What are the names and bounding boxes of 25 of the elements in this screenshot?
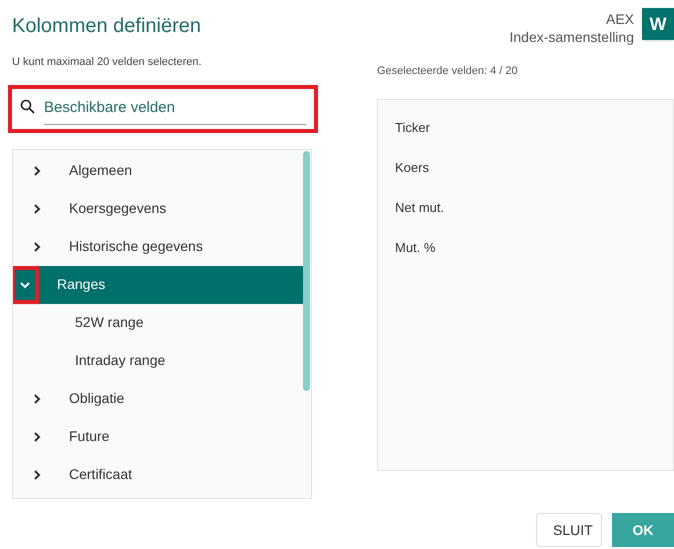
close-button[interactable]: SLUIT (536, 513, 602, 547)
selected-count: Geselecteerde velden: 4 / 20 (377, 64, 519, 78)
tree-item[interactable]: Algemeen (13, 152, 303, 190)
tree-item[interactable]: Future (13, 418, 303, 456)
expand-toggle[interactable] (13, 266, 39, 304)
search-icon (20, 98, 36, 114)
selected-field[interactable]: Mut. % (378, 228, 673, 268)
tree-subitem[interactable]: Intraday range (13, 342, 303, 380)
scrollbar-thumb[interactable] (303, 150, 310, 390)
search-input[interactable]: Beschikbare velden (44, 97, 306, 124)
dialog-title: Kolommen definiëren (12, 14, 201, 39)
tree-item[interactable]: Obligatie (13, 380, 303, 418)
selected-field[interactable]: Ticker (378, 108, 673, 148)
tree-item[interactable]: Ranges (13, 266, 303, 304)
tree-item[interactable]: Koersgegevens (13, 190, 303, 228)
user-avatar[interactable]: W (642, 8, 674, 40)
selected-field[interactable]: Koers (378, 148, 673, 188)
index-code: AEX (606, 10, 634, 28)
selected-field[interactable]: Net mut. (378, 188, 673, 228)
hint-text: U kunt maximaal 20 velden selecteren. (12, 55, 202, 70)
index-name: Index-samenstelling (509, 28, 634, 46)
tree-item[interactable]: Historische gegevens (13, 228, 303, 266)
tree-item[interactable]: Certificaat (13, 456, 303, 494)
search-field[interactable]: Beschikbare velden (8, 84, 318, 132)
tree-subitem[interactable]: 52W range (13, 304, 303, 342)
